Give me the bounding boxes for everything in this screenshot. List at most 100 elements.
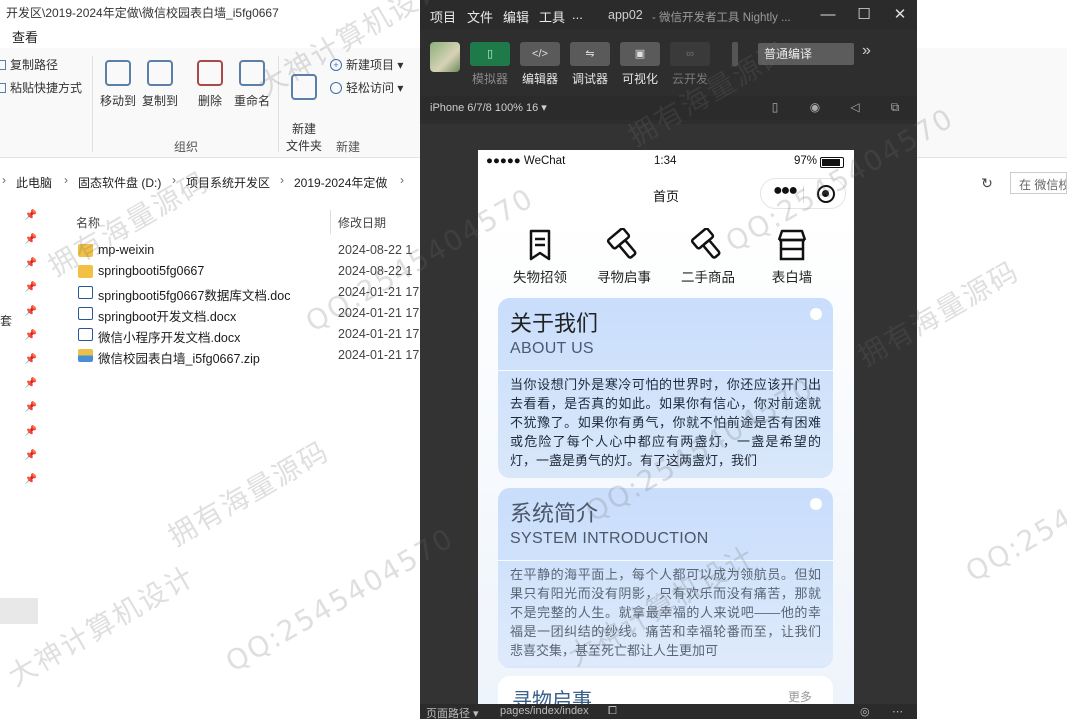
nav-pane-scrollbar[interactable] xyxy=(0,598,38,624)
delete-button[interactable]: 删除 xyxy=(188,60,232,109)
menu-edit[interactable]: 编辑 xyxy=(503,7,529,26)
more-dots-icon[interactable]: ●●● xyxy=(773,182,798,200)
store-icon xyxy=(777,229,807,261)
new-folder-button[interactable]: 新建 文件夹 xyxy=(282,60,326,154)
word-doc-icon xyxy=(78,307,93,320)
clock: 1:34 xyxy=(654,155,677,167)
quick-access-pins: 📌 📌 📌 📌 📌 📌 📌 📌 📌 📌 📌 📌 xyxy=(24,210,38,498)
pin-icon[interactable]: 📌 xyxy=(24,402,38,426)
menu-more[interactable]: ... xyxy=(572,7,583,22)
home-button-icon[interactable]: ◉ xyxy=(808,100,822,114)
menu-file[interactable]: 文件 xyxy=(467,7,493,26)
new-item-button[interactable]: + 新建项目 ▾ xyxy=(330,56,403,73)
file-row[interactable]: mp-weixin 2024-08-22 1 xyxy=(76,241,421,262)
pin-icon[interactable]: 📌 xyxy=(24,450,38,474)
visualize-button[interactable]: ▣ 可视化 xyxy=(620,42,660,87)
rename-button[interactable]: 重命名 xyxy=(230,60,274,109)
pin-icon[interactable]: 📌 xyxy=(24,258,38,282)
breadcrumb-this-pc[interactable]: 此电脑 xyxy=(16,174,52,191)
sliders-icon: ⇋ xyxy=(570,42,610,66)
volume-icon[interactable]: ◁ xyxy=(848,100,862,114)
maximize-icon[interactable]: ☐ xyxy=(854,5,874,25)
folder-icon xyxy=(78,244,93,257)
page-content: 失物招领 寻物启事 二手商品 表白墙 关于我们 ABOUT US 当你设想门外是… xyxy=(478,214,854,704)
eye-icon[interactable]: ◎ xyxy=(860,705,870,718)
close-icon[interactable]: ✕ xyxy=(890,5,910,25)
lost-notice-section[interactable]: 寻物启事 更多 xyxy=(498,676,833,704)
devtools-toolbar: ▯ 模拟器 </> 编辑器 ⇋ 调试器 ▣ 可视化 ∞ 云开发 普通编译 » xyxy=(420,30,917,92)
pin-icon[interactable]: 📌 xyxy=(24,330,38,354)
device-select[interactable]: iPhone 6/7/8 100% 16 ▾ xyxy=(430,101,547,114)
system-intro-card[interactable]: 系统简介 SYSTEM INTRODUCTION 在平静的海平面上，每个人都可以… xyxy=(498,488,833,668)
simulator-device-bar: iPhone 6/7/8 100% 16 ▾ ▯ ◉ ◁ ⧉ xyxy=(420,96,917,120)
copy-to-button[interactable]: 复制到 xyxy=(138,60,182,109)
menu-project[interactable]: 项目 xyxy=(430,7,456,26)
move-to-button[interactable]: 移动到 xyxy=(96,60,140,109)
card-body-text: 当你设想门外是寒冷可怕的世界时，你还应该开门出去看看，是否真的如此。如果你有信心… xyxy=(498,370,833,476)
close-miniprogram-icon[interactable] xyxy=(817,185,835,203)
file-row[interactable]: springbooti5fg0667数据库文档.doc 2024-01-21 1… xyxy=(76,283,421,304)
file-row[interactable]: 微信校园表白墙_i5fg0667.zip 2024-01-21 17 xyxy=(76,346,421,367)
minimize-icon[interactable]: — xyxy=(818,5,838,25)
pin-icon[interactable]: 📌 xyxy=(24,378,38,402)
folder-icon xyxy=(78,265,93,278)
phone-status-bar: ●●●●● WeChat 1:34 97% xyxy=(478,150,854,174)
pin-icon[interactable]: 📌 xyxy=(24,282,38,306)
plus-icon: + xyxy=(330,58,342,71)
card-body-text: 在平静的海平面上，每个人都可以成为领航员。但如果只有阳光而没有阴影，只有欢乐而没… xyxy=(498,560,833,666)
column-date[interactable]: 修改日期 xyxy=(338,214,386,231)
more-options-icon[interactable]: ⋯ xyxy=(892,705,903,718)
copy-path-icon xyxy=(0,59,6,70)
simulator-button[interactable]: ▯ 模拟器 xyxy=(470,42,510,87)
pin-icon[interactable]: 📌 xyxy=(24,234,38,258)
copy-path-icon[interactable]: ⧠ xyxy=(608,705,617,718)
easy-access-button[interactable]: 轻松访问 ▾ xyxy=(330,79,403,96)
avatar[interactable] xyxy=(430,42,460,72)
cloud-icon: ∞ xyxy=(670,42,710,66)
breadcrumb-custom[interactable]: 2019-2024年定做 xyxy=(294,174,387,191)
paste-shortcut-button[interactable]: 粘贴快捷方式 xyxy=(0,79,82,96)
breadcrumb-project[interactable]: 项目系统开发区 xyxy=(186,174,270,191)
pin-icon[interactable]: 📌 xyxy=(24,474,38,498)
toolbar-divider xyxy=(732,42,738,66)
copy-folder-icon xyxy=(147,60,173,86)
nav-pane-item[interactable]: 套 xyxy=(0,312,12,329)
debugger-button[interactable]: ⇋ 调试器 xyxy=(570,42,610,87)
menu-tools[interactable]: 工具 xyxy=(539,7,565,26)
pin-icon[interactable]: 📌 xyxy=(24,306,38,330)
devtools-statusbar: 页面路径 ▾ pages/index/index ⧠ ◎ ⋯ xyxy=(420,704,917,719)
phone-icon: ▯ xyxy=(470,42,510,66)
file-row[interactable]: 微信小程序开发文档.docx 2024-01-21 17 xyxy=(76,325,421,346)
nav-second-hand[interactable]: 二手商品 xyxy=(666,228,750,286)
copy-path-button[interactable]: 复制路径 xyxy=(0,56,58,73)
pin-icon[interactable]: 📌 xyxy=(24,426,38,450)
file-row[interactable]: springbooti5fg0667 2024-08-22 1 xyxy=(76,262,421,283)
refresh-icon[interactable]: ↻ xyxy=(976,172,998,194)
about-us-card[interactable]: 关于我们 ABOUT US 当你设想门外是寒冷可怕的世界时，你还应该开门出去看看… xyxy=(498,298,833,478)
pin-icon[interactable]: 📌 xyxy=(24,210,38,234)
phone-navbar: 首页 ●●● xyxy=(478,174,854,214)
popout-icon[interactable]: ⧉ xyxy=(888,100,902,114)
file-row[interactable]: springboot开发文档.docx 2024-01-21 17 xyxy=(76,304,421,325)
compile-mode-select[interactable]: 普通编译 xyxy=(758,43,854,65)
quick-nav: 失物招领 寻物启事 二手商品 表白墙 xyxy=(478,228,854,298)
breadcrumb-drive[interactable]: 固态软件盘 (D:) xyxy=(78,174,161,191)
paste-shortcut-icon xyxy=(0,82,6,93)
menu-view[interactable]: 查看 xyxy=(12,27,38,46)
chevron-double-right-icon[interactable]: » xyxy=(862,42,871,60)
page-path-label[interactable]: 页面路径 ▾ xyxy=(426,705,479,719)
cloud-dev-button[interactable]: ∞ 云开发 xyxy=(670,42,710,87)
layout-icon: ▣ xyxy=(620,42,660,66)
bookmark-icon xyxy=(529,229,551,261)
nav-confession-wall[interactable]: 表白墙 xyxy=(750,228,834,286)
phone-rotate-icon[interactable]: ▯ xyxy=(768,100,782,114)
more-link[interactable]: 更多 xyxy=(788,688,812,704)
nav-lost-found[interactable]: 失物招领 xyxy=(498,228,582,286)
nav-lost-notice[interactable]: 寻物启事 xyxy=(582,228,666,286)
pin-icon[interactable]: 📌 xyxy=(24,354,38,378)
move-folder-icon xyxy=(105,60,131,86)
new-folder-icon xyxy=(291,74,317,100)
editor-button[interactable]: </> 编辑器 xyxy=(520,42,560,87)
column-name[interactable]: 名称 xyxy=(76,214,100,231)
search-input[interactable]: 在 微信校 xyxy=(1010,172,1067,194)
